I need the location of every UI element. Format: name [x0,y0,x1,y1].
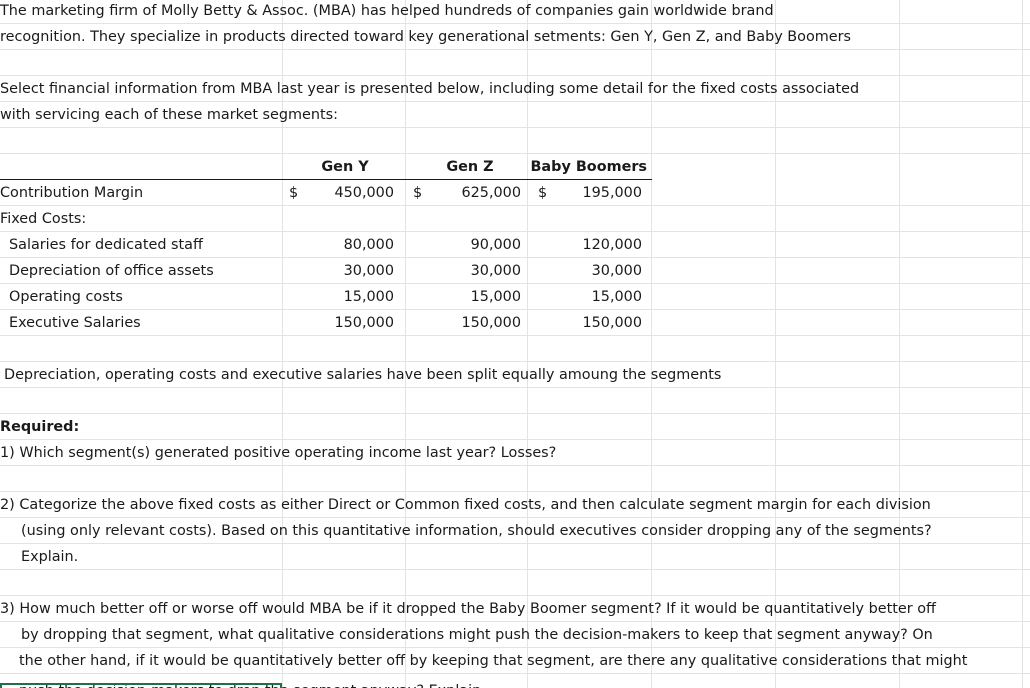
grid-col-line [775,0,776,688]
salaries-gen-z: 90,000 [470,237,521,253]
select-info-line-1: Select financial information from MBA la… [0,81,860,97]
required-heading: Required: [0,419,80,435]
select-info-line-2: with servicing each of these market segm… [0,107,339,123]
header-gen-z: Gen Z [446,159,494,175]
grid-col-line [651,0,652,688]
depreciation-gen-z: 30,000 [470,263,521,279]
row-label-operating-costs: Operating costs [9,289,123,305]
grid-row-line [0,413,1030,414]
question-2-line-2: (using only relevant costs). Based on th… [21,523,932,539]
question-3-line-1: 3) How much better off or worse off woul… [0,601,936,617]
currency-symbol-gen-y: $ [289,185,299,201]
allocation-note: Depreciation, operating costs and execut… [4,367,722,383]
row-label-salaries: Salaries for dedicated staff [9,237,203,253]
intro-line-1: The marketing firm of Molly Betty & Asso… [0,3,774,19]
grid-col-line [899,0,900,688]
question-3-line-3: the other hand, if it would be quantitat… [19,653,968,669]
salaries-gen-y: 80,000 [343,237,394,253]
row-label-depreciation: Depreciation of office assets [9,263,214,279]
active-cell-selection[interactable] [0,683,282,688]
depreciation-gen-y: 30,000 [343,263,394,279]
salaries-baby-boomers: 120,000 [582,237,642,253]
operating-costs-gen-z: 15,000 [470,289,521,305]
question-2-line-1: 2) Categorize the above fixed costs as e… [0,497,931,513]
currency-symbol-baby-boomers: $ [538,185,548,201]
grid-col-line [1022,0,1023,688]
cm-gen-z: 625,000 [461,185,521,201]
grid-row-line [0,569,1030,570]
grid-col-line [405,0,406,688]
currency-symbol-gen-z: $ [413,185,423,201]
operating-costs-gen-y: 15,000 [343,289,394,305]
executive-salaries-gen-y: 150,000 [334,315,394,331]
grid-col-line [527,0,528,688]
cm-baby-boomers: 195,000 [582,185,642,201]
row-label-fixed-costs: Fixed Costs: [0,211,87,227]
cm-gen-y: 450,000 [334,185,394,201]
intro-line-2: recognition. They specialize in products… [0,29,852,45]
row-label-executive-salaries: Executive Salaries [9,315,141,331]
grid-row-line [0,153,1030,154]
header-baby-boomers: Baby Boomers [530,159,647,175]
question-2-line-3: Explain. [21,549,79,565]
question-1: 1) Which segment(s) generated positive o… [0,445,557,461]
depreciation-baby-boomers: 30,000 [591,263,642,279]
header-gen-y: Gen Y [321,159,369,175]
question-3-line-2: by dropping that segment, what qualitati… [21,627,933,643]
operating-costs-baby-boomers: 15,000 [591,289,642,305]
row-label-contribution-margin: Contribution Margin [0,185,144,201]
executive-salaries-gen-z: 150,000 [461,315,521,331]
executive-salaries-baby-boomers: 150,000 [582,315,642,331]
